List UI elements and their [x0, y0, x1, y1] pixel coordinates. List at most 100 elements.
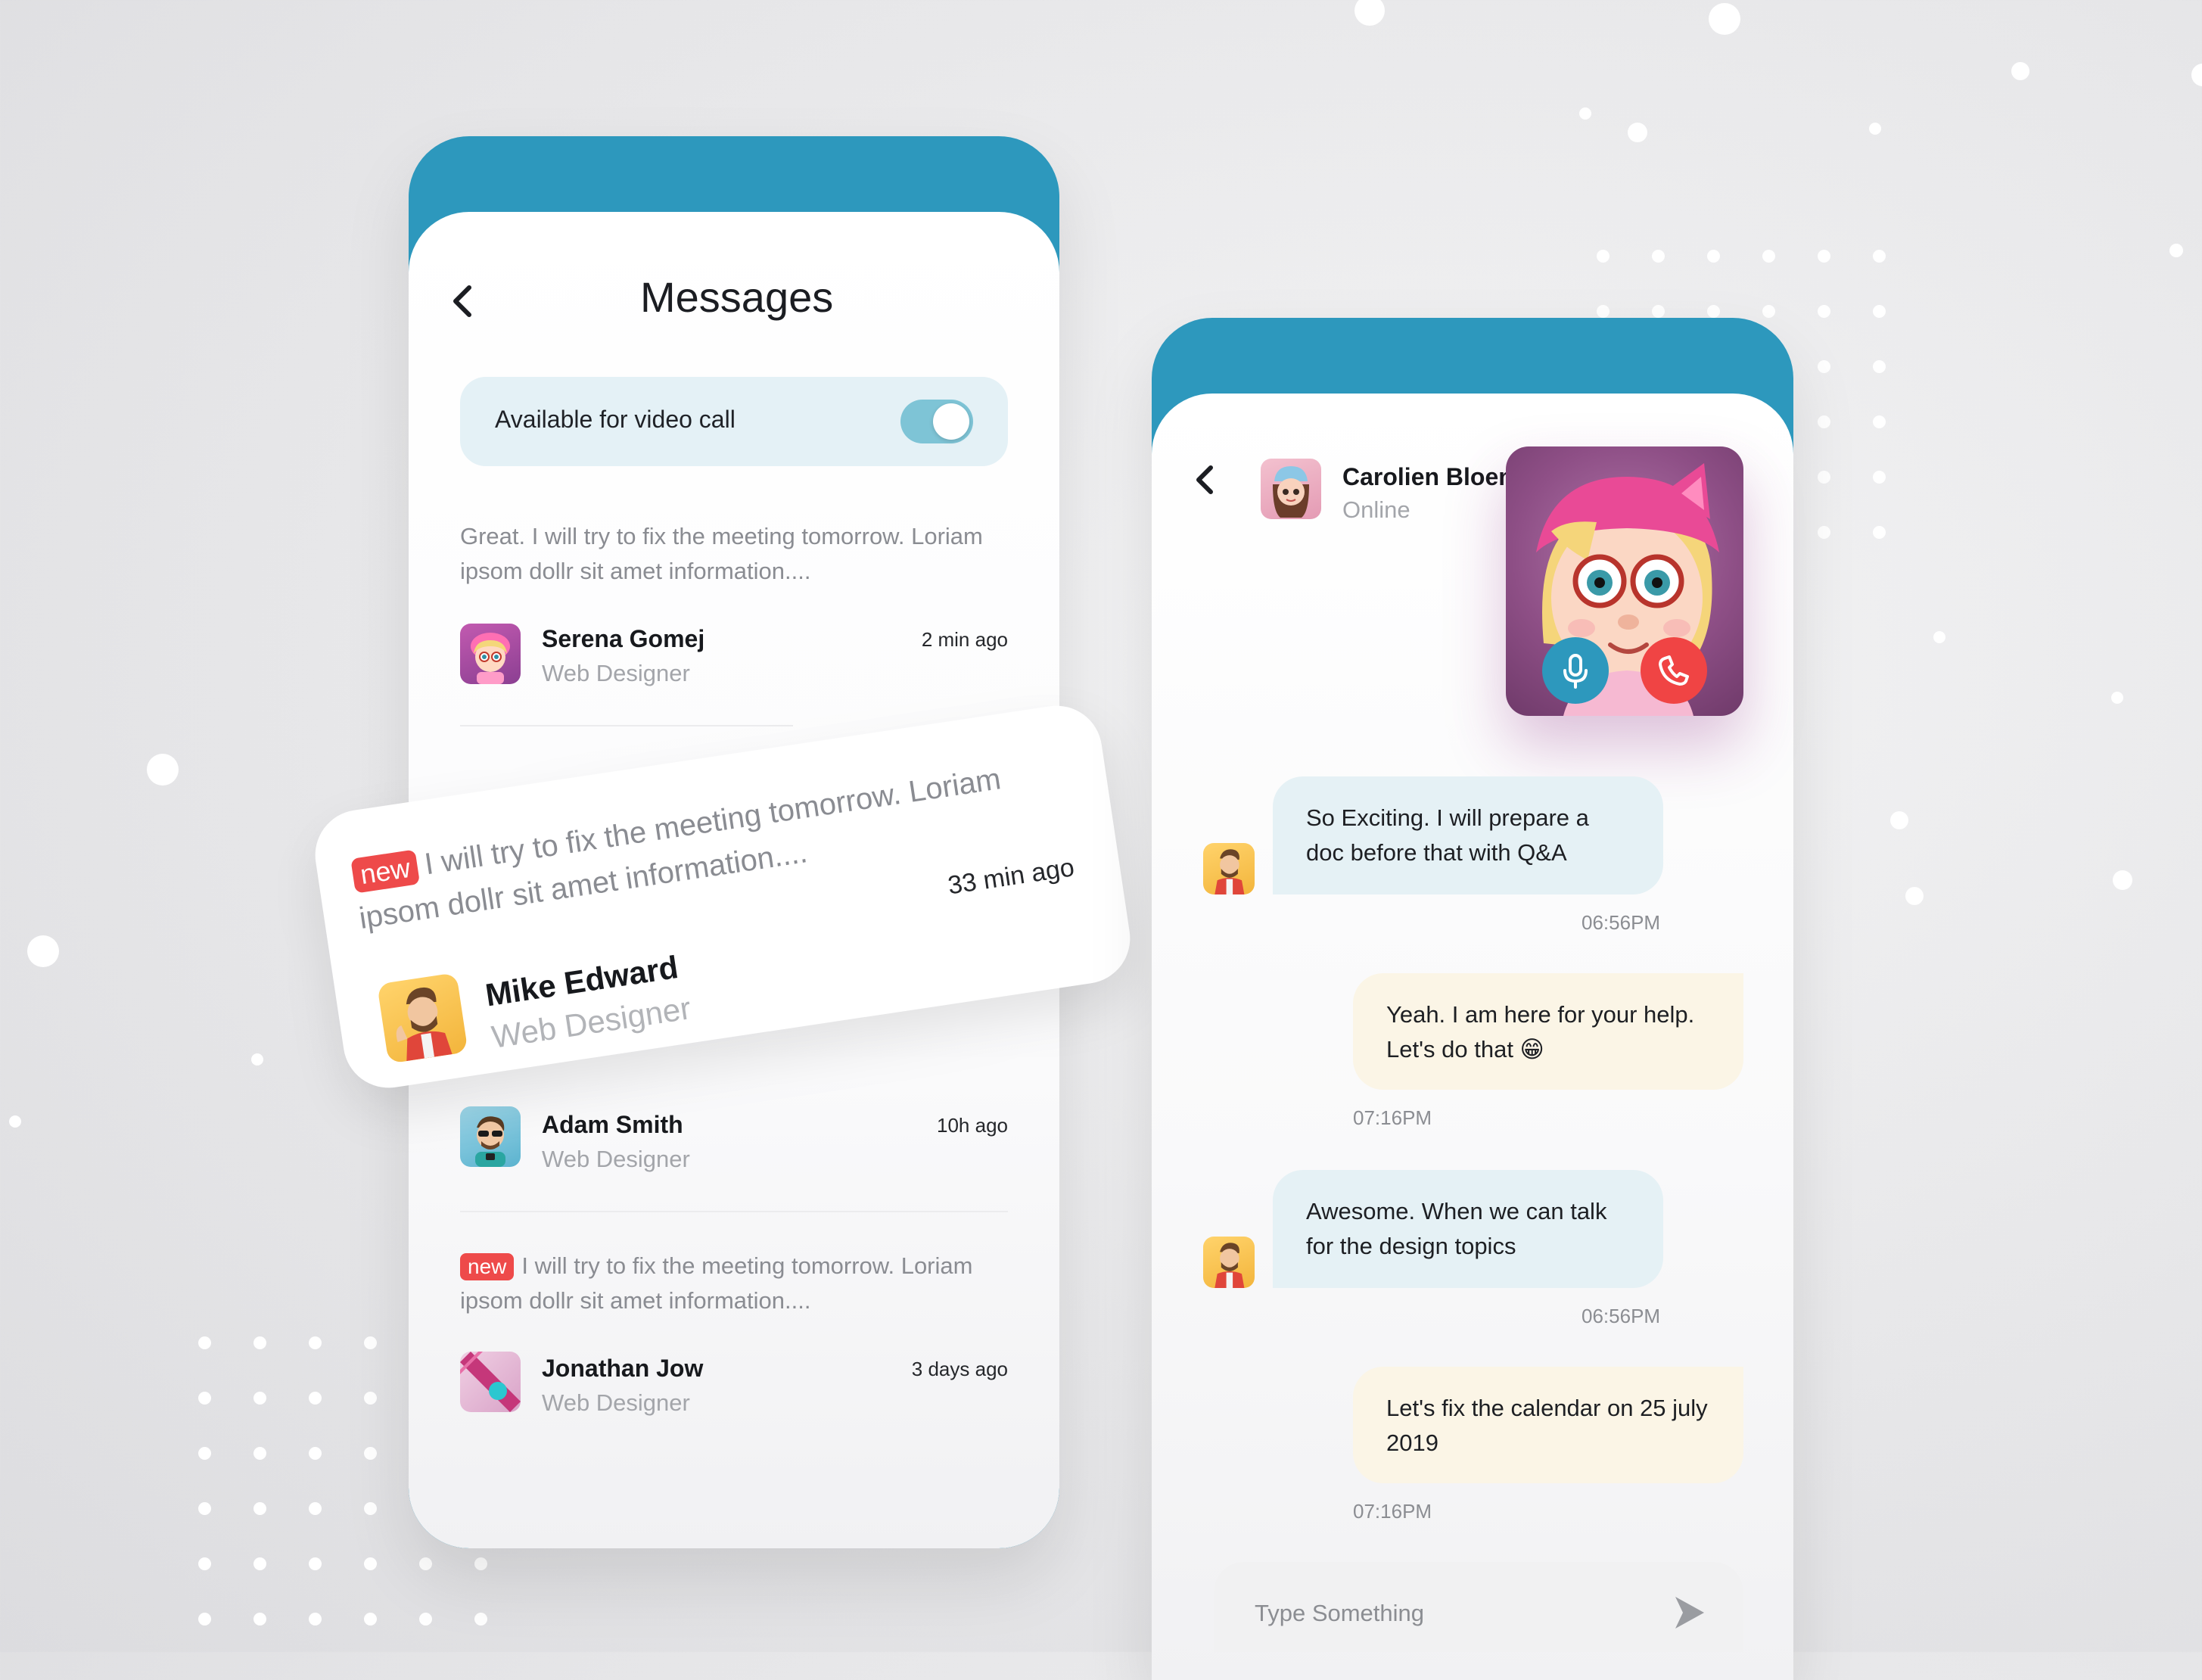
avatar-carolien[interactable] — [1261, 459, 1321, 519]
decor-dot — [2011, 62, 2029, 80]
decor-dot — [1597, 305, 1610, 318]
decor-dot — [2113, 870, 2132, 890]
send-button[interactable] — [1672, 1594, 1707, 1635]
decor-dot — [198, 1447, 211, 1460]
toggle-knob — [933, 403, 969, 440]
message-time: 2 min ago — [921, 628, 1008, 651]
decor-dot — [1818, 250, 1830, 263]
decor-dot — [251, 1053, 263, 1066]
decor-dot — [309, 1447, 322, 1460]
video-call-label: Available for video call — [495, 406, 736, 433]
end-call-button[interactable] — [1641, 637, 1707, 704]
decor-dot — [198, 1392, 211, 1405]
decor-dot — [253, 1447, 266, 1460]
contact-status: Online — [1342, 496, 1410, 523]
decor-dot — [1873, 250, 1886, 263]
decor-dot — [1873, 471, 1886, 484]
message-time: 06:56PM — [1582, 911, 1661, 934]
decor-dot — [309, 1336, 322, 1349]
decor-dot — [27, 935, 59, 967]
decor-dot — [2169, 244, 2183, 257]
list-divider — [460, 1211, 1008, 1212]
decor-dot — [364, 1502, 377, 1515]
contact-name[interactable]: Adam Smith — [542, 1111, 683, 1139]
avatar-sender — [1203, 843, 1255, 894]
message-input-bar: Type Something — [1214, 1562, 1743, 1652]
decor-dot — [1628, 123, 1647, 142]
chat-message-outgoing: Let's fix the calendar on 25 july 2019 — [1353, 1367, 1743, 1483]
decor-dot — [2191, 64, 2202, 86]
page-title: Messages — [640, 273, 834, 321]
decor-dot — [1905, 887, 1924, 905]
video-call-availability: Available for video call — [460, 377, 1008, 466]
contact-name[interactable]: Serena Gomej — [542, 625, 704, 653]
decor-dot — [364, 1392, 377, 1405]
decor-dot — [253, 1336, 266, 1349]
back-arrow-icon[interactable] — [1194, 463, 1217, 496]
decor-dot — [474, 1557, 487, 1570]
avatar-sender — [1203, 1237, 1255, 1288]
decor-dot — [1762, 305, 1775, 318]
decor-dot — [309, 1557, 322, 1570]
decor-dot — [198, 1336, 211, 1349]
decor-dot — [1873, 360, 1886, 373]
avatar-adam[interactable] — [460, 1106, 521, 1167]
message-time: 10h ago — [937, 1114, 1008, 1137]
decor-dot — [309, 1502, 322, 1515]
decor-dot — [309, 1613, 322, 1626]
decor-dot — [253, 1502, 266, 1515]
decor-dot — [9, 1115, 21, 1128]
decor-dot — [309, 1392, 322, 1405]
new-badge: new — [350, 849, 421, 894]
avatar-serena[interactable] — [460, 624, 521, 684]
list-divider — [460, 725, 793, 726]
decor-dot — [198, 1557, 211, 1570]
chat-message-incoming: Awesome. When we can talk for the design… — [1273, 1170, 1663, 1288]
decor-dot — [1652, 305, 1665, 318]
send-icon — [1675, 1597, 1704, 1629]
video-call-toggle[interactable] — [900, 400, 973, 443]
decor-dot — [198, 1502, 211, 1515]
decor-dot — [1707, 305, 1720, 318]
mute-mic-button[interactable] — [1542, 637, 1609, 704]
decor-dot — [198, 1613, 211, 1626]
decor-dot — [253, 1613, 266, 1626]
decor-dot — [1354, 0, 1385, 26]
decor-dot — [1579, 107, 1591, 120]
decor-dot — [1873, 305, 1886, 318]
message-preview-text: I will try to fix the meeting tomorrow. … — [460, 1252, 973, 1314]
decor-dot — [364, 1336, 377, 1349]
decor-dot — [1818, 305, 1830, 318]
contact-role: Web Designer — [542, 1389, 690, 1416]
contact-role: Web Designer — [542, 660, 690, 686]
decor-dot — [1873, 526, 1886, 539]
avatar-mike[interactable] — [377, 972, 468, 1064]
back-arrow-icon[interactable] — [449, 283, 477, 319]
decor-dot — [1818, 526, 1830, 539]
decor-dot — [1707, 250, 1720, 263]
decor-dot — [1818, 471, 1830, 484]
decor-dot — [364, 1613, 377, 1626]
decor-dot — [147, 754, 179, 786]
message-time: 06:56PM — [1582, 1305, 1661, 1327]
message-time: 3 days ago — [911, 1358, 1008, 1380]
decor-dot — [1652, 250, 1665, 263]
chat-message-incoming: So Exciting. I will prepare a doc before… — [1273, 776, 1663, 894]
contact-name[interactable]: Carolien Bloem — [1342, 463, 1520, 491]
contact-role: Web Designer — [542, 1146, 690, 1172]
chat-message-outgoing: Yeah. I am here for your help. Let's do … — [1353, 973, 1743, 1090]
avatar-jonathan[interactable] — [460, 1352, 521, 1412]
decor-dot — [474, 1613, 487, 1626]
decor-dot — [1869, 123, 1881, 135]
decor-dot — [1762, 250, 1775, 263]
decor-dot — [1933, 631, 1945, 643]
message-time: 33 min ago — [946, 853, 1077, 901]
decor-dot — [1873, 415, 1886, 428]
contact-name[interactable]: Jonathan Jow — [542, 1355, 703, 1383]
message-preview: new I will try to fix the meeting tomorro… — [460, 1249, 1020, 1318]
decor-dot — [253, 1392, 266, 1405]
message-time: 07:16PM — [1353, 1500, 1432, 1523]
video-call-preview[interactable] — [1506, 446, 1743, 716]
phone-hangup-icon — [1659, 655, 1689, 686]
message-input[interactable]: Type Something — [1255, 1600, 1424, 1627]
